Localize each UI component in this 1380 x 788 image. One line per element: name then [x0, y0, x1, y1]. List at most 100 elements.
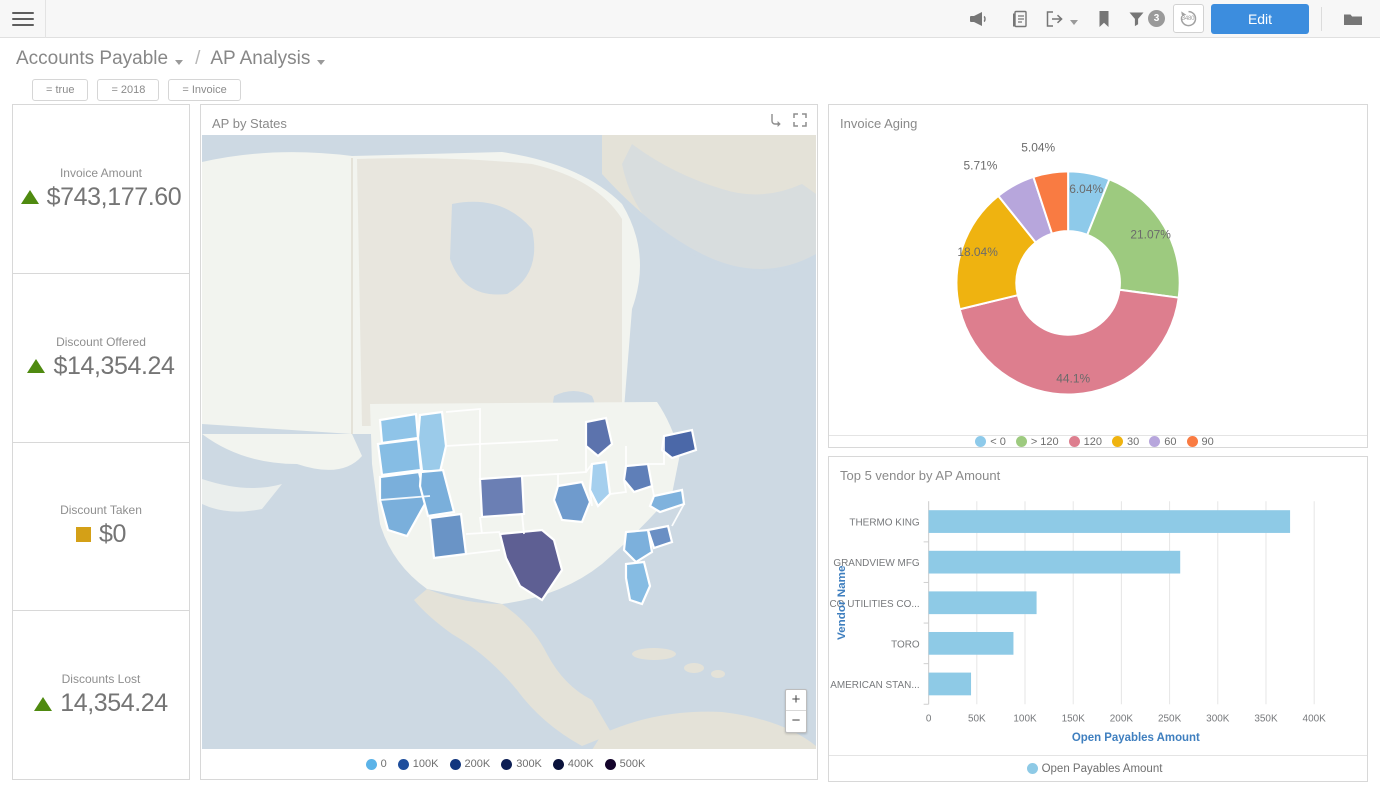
legend-color-dot [1027, 763, 1038, 774]
map-legend-item[interactable]: 500K [605, 758, 646, 770]
legend-label: Open Payables Amount [1042, 763, 1163, 775]
bar-y-axis-title: Vendor Name [836, 565, 848, 640]
map-legend-item[interactable]: 200K [450, 758, 491, 770]
bar-rect[interactable] [929, 632, 1014, 655]
bar-graphic: THERMO KINGGRANDVIEW MFGCO UTILITIES CO.… [829, 483, 1367, 755]
bar-category-label: TORO [891, 639, 920, 650]
kpi-card-invoice-amount[interactable]: Invoice Amount $743,177.60 [13, 105, 189, 274]
announce-icon[interactable] [957, 0, 999, 38]
aging-legend-item[interactable]: < 0 [975, 436, 1006, 448]
legend-label: > 120 [1031, 436, 1059, 448]
breadcrumb: Accounts Payable / AP Analysis [16, 48, 1380, 70]
legend-label: < 0 [990, 436, 1006, 448]
legend-color-dot [501, 759, 512, 770]
legend-label: 0 [381, 758, 387, 770]
filter-icon[interactable]: 3 [1125, 0, 1167, 38]
map-zoom-in-button[interactable]: + [786, 690, 806, 711]
expand-fullscreen-icon[interactable] [793, 113, 807, 132]
bar-rect[interactable] [929, 591, 1037, 614]
bar-rect[interactable] [929, 551, 1181, 574]
kpi-label: Discounts Lost [62, 672, 141, 686]
aging-legend-item[interactable]: 90 [1187, 436, 1214, 448]
invoice-aging-title: Invoice Aging [829, 105, 1367, 131]
aging-legend-item[interactable]: > 120 [1016, 436, 1059, 448]
triangle-up-icon [27, 359, 45, 373]
drill-down-arrow-icon[interactable] [769, 113, 782, 132]
aging-legend-item[interactable]: 60 [1149, 436, 1176, 448]
export-chevron-down-icon[interactable] [1070, 20, 1078, 25]
breadcrumb-root-chevron-down-icon[interactable] [175, 60, 183, 65]
legend-color-dot [366, 759, 377, 770]
history-count-label: 3480 [1182, 16, 1195, 22]
vendor-bar-title: Top 5 vendor by AP Amount [829, 457, 1367, 483]
kpi-label: Discount Offered [56, 335, 146, 349]
map-legend-item[interactable]: 300K [501, 758, 542, 770]
map-legend-item[interactable]: 100K [398, 758, 439, 770]
map-zoom-controls: + − [785, 689, 807, 733]
bar-rect[interactable] [929, 673, 971, 696]
legend-label: 120 [1084, 436, 1102, 448]
bar-x-tick-label: 150K [1062, 713, 1086, 724]
map-canvas[interactable]: + − [202, 135, 816, 749]
map-legend: 0 100K 200K 300K 400K 500K [201, 749, 817, 779]
right-column: Invoice Aging 6.04%21.07%44.1%18.04%5.71… [828, 104, 1368, 780]
breadcrumb-current-chevron-down-icon[interactable] [317, 60, 325, 65]
vendor-bar-panel: Top 5 vendor by AP Amount THERMO KINGGRA… [828, 456, 1368, 782]
export-icon[interactable] [1041, 0, 1083, 38]
map-legend-item[interactable]: 400K [553, 758, 594, 770]
bar-x-tick-label: 350K [1254, 713, 1278, 724]
kpi-value: $743,177.60 [47, 183, 182, 212]
document-icon[interactable] [999, 0, 1041, 38]
donut-chart[interactable]: 6.04%21.07%44.1%18.04%5.71%5.04% [829, 131, 1367, 435]
legend-label: 500K [620, 758, 646, 770]
folder-icon[interactable] [1332, 0, 1374, 38]
filter-count-badge: 3 [1148, 10, 1165, 27]
donut-slice-label: 18.04% [957, 245, 998, 259]
hamburger-menu-icon[interactable] [0, 0, 46, 38]
kpi-card-discounts-lost[interactable]: Discounts Lost 14,354.24 [13, 611, 189, 779]
bar-rect[interactable] [929, 510, 1290, 533]
donut-slice-label: 44.1% [1056, 371, 1090, 385]
bar-chart[interactable]: THERMO KINGGRANDVIEW MFGCO UTILITIES CO.… [829, 483, 1367, 755]
triangle-up-icon [34, 697, 52, 711]
legend-color-dot [1016, 436, 1027, 447]
donut-slice-label: 6.04% [1069, 182, 1103, 196]
bar-x-tick-label: 300K [1206, 713, 1230, 724]
donut-slice-label: 5.71% [964, 158, 998, 172]
donut-slice-label: 5.04% [1021, 140, 1055, 154]
kpi-value: $0 [99, 520, 126, 549]
legend-label: 30 [1127, 436, 1139, 448]
legend-label: 90 [1202, 436, 1214, 448]
kpi-card-discount-taken[interactable]: Discount Taken $0 [13, 443, 189, 612]
edit-button[interactable]: Edit [1211, 4, 1309, 34]
bar-x-axis-title: Open Payables Amount [1072, 732, 1200, 744]
map-panel: AP by States [200, 104, 818, 780]
bar-x-tick-label: 400K [1303, 713, 1327, 724]
legend-label: 100K [413, 758, 439, 770]
legend-label: 60 [1164, 436, 1176, 448]
breadcrumb-root[interactable]: Accounts Payable [16, 48, 168, 70]
legend-color-dot [1187, 436, 1198, 447]
breadcrumb-bar: Accounts Payable / AP Analysis = true = … [0, 38, 1380, 101]
aging-legend-item[interactable]: 30 [1112, 436, 1139, 448]
map-zoom-out-button[interactable]: − [786, 711, 806, 732]
bar-x-tick-label: 100K [1013, 713, 1037, 724]
filter-chip[interactable]: = 2018 [97, 79, 159, 101]
legend-color-dot [1112, 436, 1123, 447]
toolbar-divider [1321, 7, 1322, 31]
legend-label: 200K [465, 758, 491, 770]
legend-color-dot [1149, 436, 1160, 447]
aging-legend-item[interactable]: 120 [1069, 436, 1102, 448]
bookmark-icon[interactable] [1083, 0, 1125, 38]
filter-chip[interactable]: = true [32, 79, 88, 101]
kpi-label: Invoice Amount [60, 166, 142, 180]
vendor-bar-legend: Open Payables Amount [829, 755, 1367, 781]
invoice-aging-legend: < 0 > 120 120 30 60 90 [829, 435, 1367, 448]
filter-chip[interactable]: = Invoice [168, 79, 240, 101]
kpi-card-discount-offered[interactable]: Discount Offered $14,354.24 [13, 274, 189, 443]
breadcrumb-current[interactable]: AP Analysis [210, 48, 310, 70]
history-undo-button[interactable]: 3480 [1173, 4, 1204, 33]
vendor-legend-item[interactable]: Open Payables Amount [1027, 763, 1163, 775]
map-legend-item[interactable]: 0 [366, 758, 387, 770]
kpi-value: $14,354.24 [53, 352, 174, 381]
